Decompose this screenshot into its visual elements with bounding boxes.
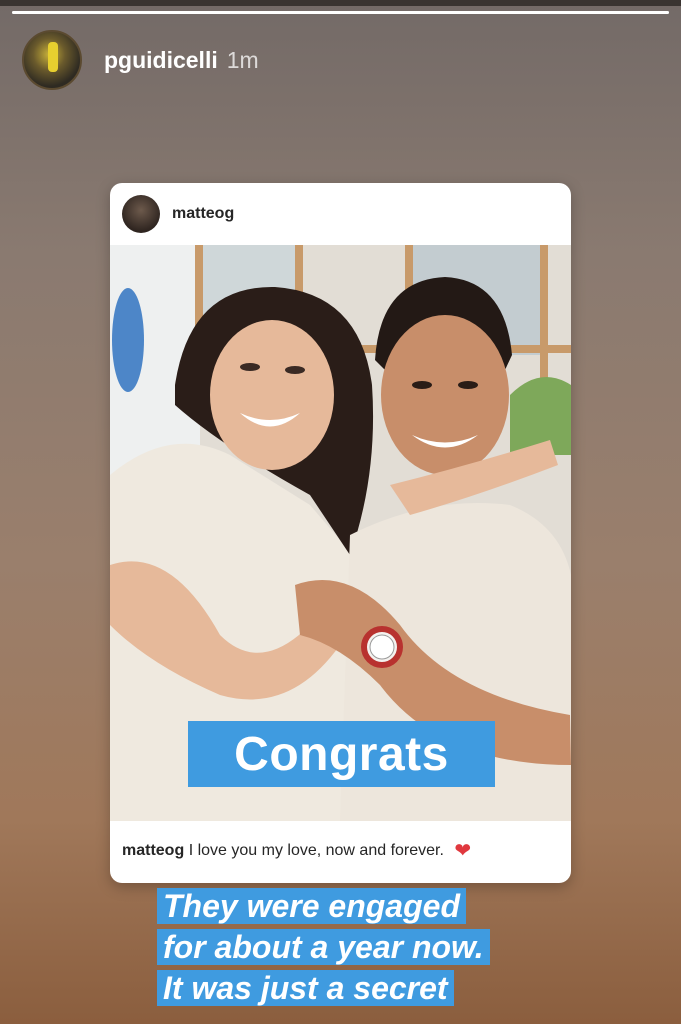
heart-icon: ❤ — [454, 840, 472, 862]
story-progress-fill — [12, 11, 669, 14]
caption-text: I love you my love, now and forever. — [188, 842, 444, 859]
post-author-username[interactable]: matteog — [172, 205, 234, 223]
story-header: pguidicelli 1m — [22, 30, 259, 90]
status-bar-strip — [0, 0, 681, 6]
story-author-username[interactable]: pguidicelli — [104, 47, 218, 74]
caption-username[interactable]: matteog — [122, 842, 184, 859]
post-header: matteog — [110, 183, 571, 245]
post-caption: matteog I love you my love, now and fore… — [122, 838, 562, 863]
congrats-text-sticker: Congrats — [188, 721, 495, 787]
story-author-avatar[interactable] — [22, 30, 82, 90]
overlay-line-1: They were engaged — [157, 888, 466, 924]
overlay-line-3: It was just a secret — [157, 970, 454, 1006]
post-author-avatar[interactable] — [122, 195, 160, 233]
overlay-line-2: for about a year now. — [157, 929, 490, 965]
story-timestamp: 1m — [226, 46, 259, 73]
story-progress-bar — [12, 11, 669, 14]
